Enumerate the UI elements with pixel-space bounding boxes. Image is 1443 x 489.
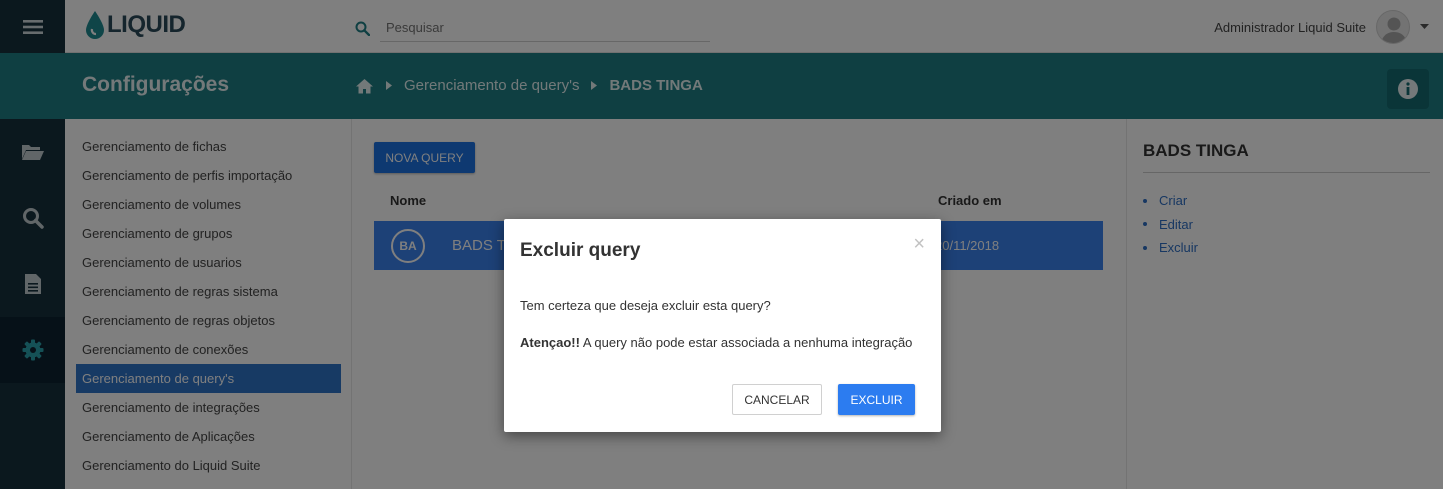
dialog-message: Tem certeza que deseja excluir esta quer…	[520, 298, 771, 313]
confirm-delete-button[interactable]: EXCLUIR	[838, 384, 915, 415]
dialog-title: Excluir query	[520, 240, 641, 261]
close-icon[interactable]: ×	[913, 234, 925, 254]
warning-label: Atençao!!	[520, 335, 580, 350]
delete-query-dialog: Excluir query × Tem certeza que deseja e…	[504, 219, 941, 432]
dialog-warning: Atençao!! A query não pode estar associa…	[520, 335, 912, 350]
dialog-body: Tem certeza que deseja excluir esta quer…	[520, 298, 912, 372]
cancel-button[interactable]: CANCELAR	[732, 384, 822, 415]
warning-text: A query não pode estar associada a nenhu…	[579, 335, 913, 350]
